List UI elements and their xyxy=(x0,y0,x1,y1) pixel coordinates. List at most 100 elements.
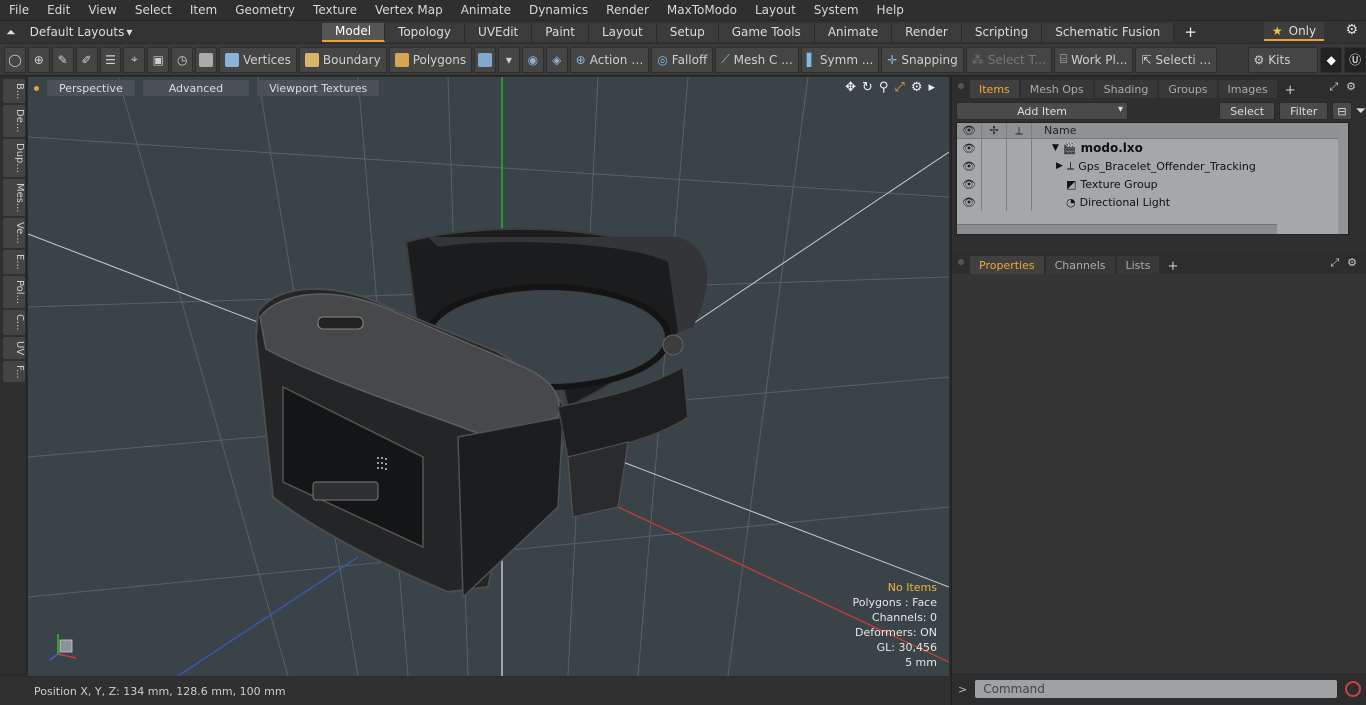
viewport-textures-button[interactable]: Viewport Textures xyxy=(257,80,380,96)
viewport-scene[interactable] xyxy=(28,77,949,676)
type-column-icon[interactable]: ⟂ xyxy=(1007,123,1032,138)
snap-sphere2-button[interactable]: ◈ xyxy=(545,46,568,73)
menu-item-edit[interactable]: Edit xyxy=(38,3,79,17)
left-tab[interactable]: F... xyxy=(3,360,25,383)
mesh-constraint-button[interactable]: ⟋ Mesh C ... xyxy=(715,46,799,73)
item-tree[interactable]: 👁 ✢ ⟂ Name 👁 ▼ 🎬 modo.lxo 👁 ▶ ⟂ Gps_Bracelet_Of… xyxy=(956,122,1349,235)
tree-vertical-scrollbar[interactable] xyxy=(1338,123,1348,234)
menu-item-dynamics[interactable]: Dynamics xyxy=(520,3,597,17)
expand-icon[interactable]: ⤢ xyxy=(1329,80,1338,94)
menu-item-system[interactable]: System xyxy=(805,3,868,17)
menu-item-render[interactable]: Render xyxy=(597,3,658,17)
eye-icon[interactable]: 👁 xyxy=(957,175,982,193)
eye-icon[interactable]: 👁 xyxy=(957,157,982,175)
advanced-button[interactable]: Advanced xyxy=(142,80,250,96)
globe-button[interactable]: ⊕ xyxy=(27,46,50,73)
tab-mesh-ops[interactable]: Mesh Ops xyxy=(1020,80,1093,98)
left-tab[interactable]: B... xyxy=(3,79,25,104)
tab-lists[interactable]: Lists xyxy=(1116,256,1160,274)
record-icon[interactable] xyxy=(1345,681,1362,697)
tab-items[interactable]: Items xyxy=(970,80,1019,98)
tab-layout[interactable]: Layout xyxy=(588,22,657,42)
gear-icon[interactable]: ⚙ xyxy=(1345,22,1358,38)
menu-item-select[interactable]: Select xyxy=(126,3,181,17)
tab-scripting[interactable]: Scripting xyxy=(961,22,1043,42)
clock-button[interactable]: ◷ xyxy=(171,46,194,73)
square-button[interactable]: ▣ xyxy=(147,46,170,73)
left-tab[interactable]: Pol... xyxy=(3,275,25,308)
eye-icon[interactable]: 👁 xyxy=(957,193,982,211)
add-props-tab-button[interactable]: + xyxy=(1161,259,1184,274)
vertices-button[interactable]: Vertices xyxy=(219,46,297,73)
props-menu-dot[interactable] xyxy=(958,259,964,265)
maximize-icon[interactable]: ⤢ xyxy=(894,80,904,95)
pan-icon[interactable]: ✥ xyxy=(845,80,856,95)
circle-select-button[interactable]: ◯ xyxy=(4,46,26,73)
play-arrow-icon[interactable]: ▸ xyxy=(928,80,935,95)
tab-setup[interactable]: Setup xyxy=(656,22,719,42)
lock-column-icon[interactable]: ✢ xyxy=(982,123,1007,138)
props-gear-icon[interactable]: ⚙ xyxy=(1347,256,1357,270)
kits-button[interactable]: ⚙ Kits xyxy=(1247,46,1319,73)
tree-row[interactable]: 👁 ◩ Texture Group xyxy=(957,175,1348,193)
command-input[interactable]: Command xyxy=(975,680,1338,698)
work-plane-button[interactable]: ⌸ Work Pl... xyxy=(1053,46,1134,73)
lock-slot[interactable] xyxy=(982,157,1007,175)
menu-item-animate[interactable]: Animate xyxy=(452,3,520,17)
tab-paint[interactable]: Paint xyxy=(532,22,589,42)
brush-button[interactable]: ✐ xyxy=(75,46,98,73)
zoom-icon[interactable]: ⚲ xyxy=(879,80,889,95)
material-button[interactable] xyxy=(474,46,496,73)
add-item-button[interactable]: Add Item ▾ xyxy=(956,102,1129,120)
menu-item-maxtomodo[interactable]: MaxToModo xyxy=(658,3,746,17)
falloff-button[interactable]: ◎ Falloff xyxy=(651,46,714,73)
unity-button[interactable]: ◆ xyxy=(1320,46,1343,73)
panel-menu-dot[interactable] xyxy=(958,83,964,89)
perspective-button[interactable]: Perspective xyxy=(47,80,135,96)
settings-icon[interactable]: ⚙ xyxy=(911,80,923,95)
tree-row[interactable]: 👁 ◔ Directional Light xyxy=(957,193,1348,211)
tab-animate[interactable]: Animate xyxy=(814,22,893,42)
visibility-column-icon[interactable]: 👁 xyxy=(957,123,982,138)
lock-slot[interactable] xyxy=(982,139,1007,157)
dropdown-arrow-icon[interactable]: ▾ xyxy=(126,25,132,39)
lock-slot[interactable] xyxy=(982,193,1007,211)
selection-sets-button[interactable]: ⇱ Selecti ... xyxy=(1135,46,1218,73)
collapse-button[interactable]: ⊟ xyxy=(1332,102,1352,120)
3d-viewport[interactable]: Perspective Advanced Viewport Textures ✥… xyxy=(28,77,949,676)
menu-item-help[interactable]: Help xyxy=(868,3,913,17)
action-center-button[interactable]: ⊕ Action… xyxy=(569,46,650,73)
tab-game-tools[interactable]: Game Tools xyxy=(718,22,815,42)
left-tab[interactable]: Mes... xyxy=(3,178,25,217)
tab-images[interactable]: Images xyxy=(1218,80,1277,98)
layout-select-label[interactable]: Default Layouts xyxy=(30,25,125,39)
tab-render[interactable]: Render xyxy=(892,22,962,42)
boundary-button[interactable]: Boundary xyxy=(298,46,387,73)
only-toggle[interactable]: ★ Only xyxy=(1264,22,1324,41)
tree-row[interactable]: 👁 ▼ 🎬 modo.lxo xyxy=(957,139,1348,157)
menu-item-texture[interactable]: Texture xyxy=(304,3,366,17)
panel-gear-icon[interactable]: ⚙ xyxy=(1346,80,1356,94)
name-column-header[interactable]: Name xyxy=(1032,124,1076,137)
menu-item-layout[interactable]: Layout xyxy=(746,3,805,17)
tab-channels[interactable]: Channels xyxy=(1045,256,1115,274)
select-button[interactable]: Select xyxy=(1219,102,1276,120)
menu-item-item[interactable]: Item xyxy=(181,3,226,17)
snapping-button[interactable]: ✛ Snapping xyxy=(881,46,964,73)
tab-shading[interactable]: Shading xyxy=(1094,80,1158,98)
add-layout-tab-button[interactable]: + xyxy=(1174,23,1207,41)
tab-schematic-fusion[interactable]: Schematic Fusion xyxy=(1042,22,1175,42)
menu-item-vertex-map[interactable]: Vertex Map xyxy=(366,3,452,17)
left-tab[interactable]: UV xyxy=(3,336,25,359)
layout-selector[interactable]: ⏶ Default Layouts ▾ xyxy=(0,25,322,40)
menu-item-geometry[interactable]: Geometry xyxy=(226,3,304,17)
snap-sphere-button[interactable]: ◉ xyxy=(521,46,544,73)
align-button[interactable]: ☰ xyxy=(99,46,122,73)
funnel-icon[interactable]: ⏷ xyxy=(1356,104,1366,119)
expand-triangle-icon[interactable]: ▶ xyxy=(1056,161,1063,171)
collapse-triangle-icon[interactable]: ▼ xyxy=(1052,143,1059,153)
bracelet-model[interactable] xyxy=(254,227,708,599)
tree-row[interactable]: 👁 ▶ ⟂ Gps_Bracelet_Offender_Tracking xyxy=(957,157,1348,175)
lock-slot[interactable] xyxy=(982,175,1007,193)
rotate-icon[interactable]: ↻ xyxy=(862,80,873,95)
